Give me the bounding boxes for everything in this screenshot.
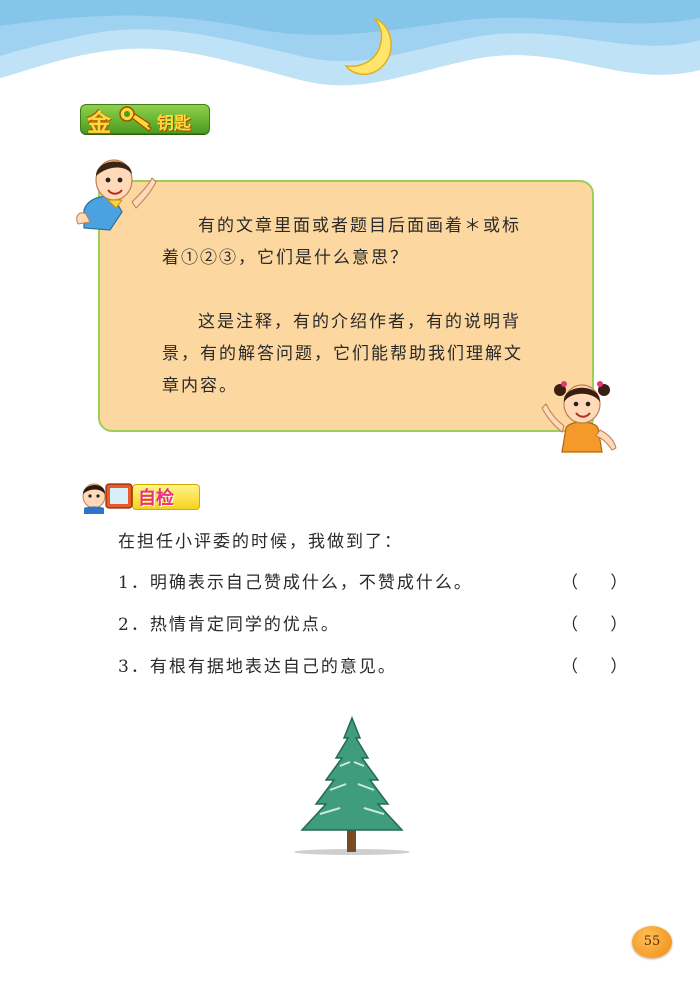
checklist-item: 3．有根有据地表达自己的意见。 （ ） bbox=[118, 652, 628, 678]
page-number: 55 bbox=[632, 926, 672, 958]
checklist-item: 2．热情肯定同学的优点。 （ ） bbox=[118, 610, 628, 636]
checklist-item-box[interactable]: （ ） bbox=[561, 568, 627, 593]
tip-question: 有的文章里面或者题目后面画着＊或标着①②③，它们是什么意思？ bbox=[162, 216, 521, 268]
girl-illustration bbox=[541, 381, 617, 453]
kid-with-card-icon bbox=[82, 483, 133, 514]
checklist-item-text: 3．有根有据地表达自己的意见。 bbox=[118, 657, 397, 677]
golden-key-label: 钥匙 bbox=[157, 114, 191, 134]
checklist-item-text: 2．热情肯定同学的优点。 bbox=[118, 615, 340, 635]
boy-illustration bbox=[76, 159, 157, 231]
self-check-badge: 自检 bbox=[78, 480, 200, 514]
pine-tree-illustration bbox=[294, 716, 410, 855]
golden-key-gold-char: 金 bbox=[87, 109, 111, 137]
checklist-item-box[interactable]: （ ） bbox=[561, 652, 627, 677]
self-check-intro: 在担任小评委的时候，我做到了： bbox=[118, 532, 403, 552]
checklist-item: 1．明确表示自己赞成什么，不赞成什么。 （ ） bbox=[118, 568, 628, 594]
moon-icon bbox=[344, 17, 392, 76]
checklist-item-text: 1．明确表示自己赞成什么，不赞成什么。 bbox=[118, 573, 473, 593]
golden-key-badge: 金 钥匙 bbox=[80, 104, 210, 137]
tip-answer: 这是注释，有的介绍作者，有的说明背景，有的解答问题，它们能帮助我们理解文章内容。 bbox=[162, 312, 523, 396]
key-icon bbox=[119, 106, 152, 132]
checklist-item-box[interactable]: （ ） bbox=[561, 610, 627, 635]
